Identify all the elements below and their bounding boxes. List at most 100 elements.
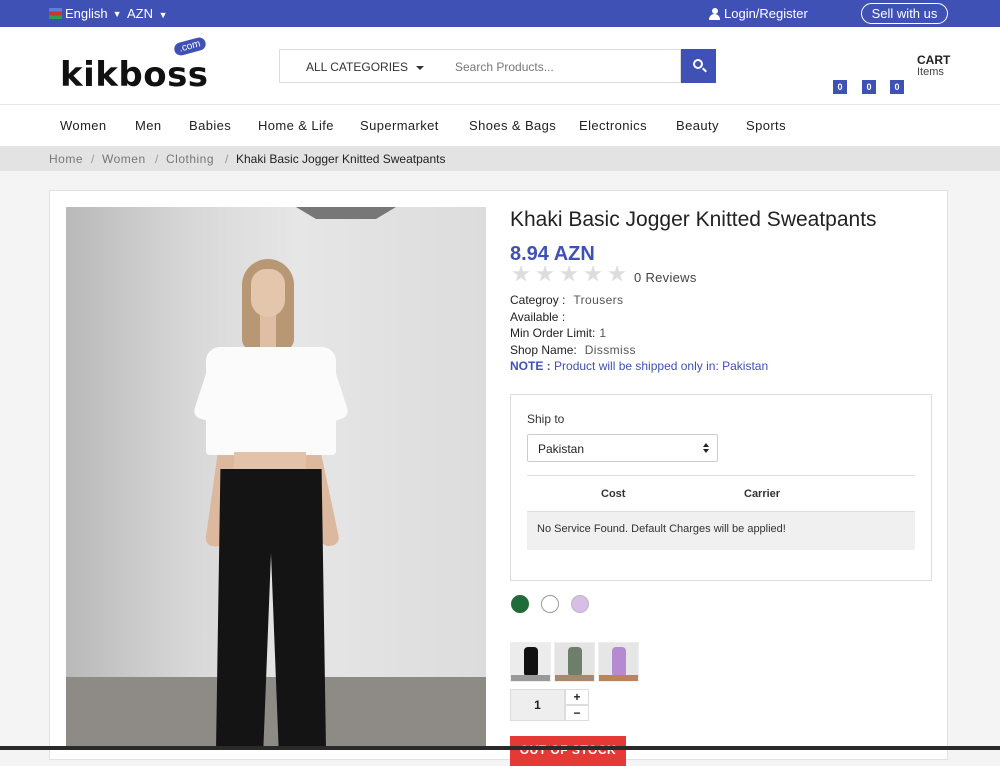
min-order-label: Min Order Limit: [510, 326, 596, 340]
search-bar: ALL CATEGORIES [279, 49, 681, 83]
product-thumbnail[interactable] [554, 642, 595, 682]
shop-name-row: Shop Name: Dissmiss [510, 343, 636, 357]
quantity-increase-button[interactable]: + [565, 689, 589, 705]
cart-badge[interactable]: 0 [833, 80, 847, 94]
model-shirt [206, 347, 336, 455]
product-image[interactable] [66, 207, 486, 750]
compare-badge[interactable]: 0 [890, 80, 904, 94]
carrier-header: Carrier [744, 488, 781, 500]
product-title: Khaki Basic Jogger Knitted Sweatpants [510, 208, 877, 231]
nav-item-electronics[interactable]: Electronics [579, 118, 647, 133]
star-icon [536, 265, 554, 282]
shipping-box: Ship to Pakistan Cost Carrier No Service… [510, 394, 932, 581]
model-neck [260, 312, 276, 352]
breadcrumb-women[interactable]: Women [102, 152, 146, 166]
chevron-down-icon: ▼ [158, 10, 168, 20]
chevron-down-icon: ▼ [112, 8, 122, 19]
category-row: Categroy : Trousers [510, 293, 623, 307]
currency-label: AZN [127, 6, 153, 21]
nav-item-beauty[interactable]: Beauty [676, 118, 719, 133]
login-label: Login/Register [724, 6, 808, 21]
image-ceiling [296, 207, 396, 219]
ship-to-select[interactable]: Pakistan [527, 434, 718, 462]
thumbnail-figure [612, 647, 626, 677]
search-input[interactable] [455, 57, 665, 77]
nav-item-sports[interactable]: Sports [746, 118, 786, 133]
nav-item-men[interactable]: Men [135, 118, 162, 133]
color-swatch-lilac[interactable] [571, 595, 589, 613]
reviews-count[interactable]: 0 Reviews [634, 270, 697, 285]
available-row: Available : [510, 310, 573, 324]
nav-item-home-life[interactable]: Home & Life [258, 118, 334, 133]
rating-stars[interactable] [512, 265, 626, 283]
shipping-table: Cost Carrier No Service Found. Default C… [527, 475, 915, 550]
star-icon [560, 265, 578, 282]
shop-name-label: Shop Name: [510, 343, 577, 357]
language-label: English [65, 6, 108, 21]
star-icon [584, 265, 602, 282]
quantity-decrease-button[interactable]: − [565, 705, 589, 721]
breadcrumb-separator: / [225, 152, 229, 166]
login-register-link[interactable]: Login/Register [709, 6, 808, 21]
site-logo[interactable]: kikboss [60, 55, 209, 95]
breadcrumb-current: Khaki Basic Jogger Knitted Sweatpants [236, 152, 446, 166]
shipping-message: No Service Found. Default Charges will b… [527, 512, 915, 550]
caret-down-icon [416, 65, 425, 70]
currency-selector[interactable]: AZN ▼ [127, 6, 168, 21]
thumbnail-floor [555, 675, 594, 681]
horizontal-scrollbar[interactable] [0, 746, 1000, 750]
product-price: 8.94 AZN [510, 243, 595, 265]
quantity-input[interactable]: 1 [510, 689, 565, 721]
logo-suffix: .com [172, 36, 207, 57]
flag-icon [49, 8, 62, 19]
available-label: Available : [510, 310, 566, 324]
search-icon [693, 59, 703, 69]
user-icon [709, 7, 720, 20]
breadcrumb-home[interactable]: Home [49, 152, 83, 166]
star-icon [608, 265, 626, 282]
shipping-note: NOTE : Product will be shipped only in: … [510, 359, 768, 373]
wishlist-badge[interactable]: 0 [862, 80, 876, 94]
category-label: Categroy : [510, 293, 566, 307]
sell-with-us-button[interactable]: Sell with us [861, 3, 948, 24]
shop-name-value: Dissmiss [584, 343, 636, 357]
search-button[interactable] [681, 49, 716, 83]
note-label: NOTE : [510, 359, 551, 373]
category-value: Trousers [573, 293, 624, 307]
color-swatch-green[interactable] [511, 595, 529, 613]
site-header: kikboss .com ALL CATEGORIES CART Items 0… [0, 27, 1000, 105]
nav-item-shoes-bags[interactable]: Shoes & Bags [469, 118, 556, 133]
selected-country: Pakistan [538, 442, 585, 456]
cart-items-label: Items [917, 66, 944, 78]
cost-header: Cost [601, 488, 626, 500]
language-selector[interactable]: English ▼ [49, 6, 122, 21]
min-order-row: Min Order Limit: 1 [510, 326, 606, 340]
breadcrumb-separator: / [91, 152, 95, 166]
thumbnail-floor [599, 675, 638, 681]
category-dropdown[interactable]: ALL CATEGORIES [306, 60, 425, 74]
main-nav: Women Men Babies Home & Life Supermarket… [0, 105, 1000, 146]
out-of-stock-button[interactable]: OUT OF STOCK [510, 736, 626, 766]
top-bar: English ▼ AZN ▼ Login/Register Sell with… [0, 0, 1000, 27]
nav-item-supermarket[interactable]: Supermarket [360, 118, 439, 133]
select-arrows-icon [703, 443, 709, 453]
product-thumbnail[interactable] [598, 642, 639, 682]
product-thumbnail[interactable] [510, 642, 551, 682]
color-swatch-white[interactable] [541, 595, 559, 613]
min-order-value: 1 [599, 326, 607, 340]
cart-title[interactable]: CART [917, 53, 950, 67]
ship-to-label: Ship to [527, 412, 565, 426]
star-icon [512, 265, 530, 282]
breadcrumb-clothing[interactable]: Clothing [166, 152, 214, 166]
thumbnail-floor [511, 675, 550, 681]
thumbnail-figure [524, 647, 538, 677]
shipping-table-header: Cost Carrier [527, 475, 915, 512]
breadcrumb-separator: / [155, 152, 159, 166]
nav-item-women[interactable]: Women [60, 118, 107, 133]
note-text: Product will be shipped only in: Pakista… [554, 359, 769, 373]
model-face [251, 269, 285, 317]
image-floor [66, 677, 486, 750]
thumbnail-figure [568, 647, 582, 677]
category-label: ALL CATEGORIES [306, 60, 409, 74]
nav-item-babies[interactable]: Babies [189, 118, 231, 133]
